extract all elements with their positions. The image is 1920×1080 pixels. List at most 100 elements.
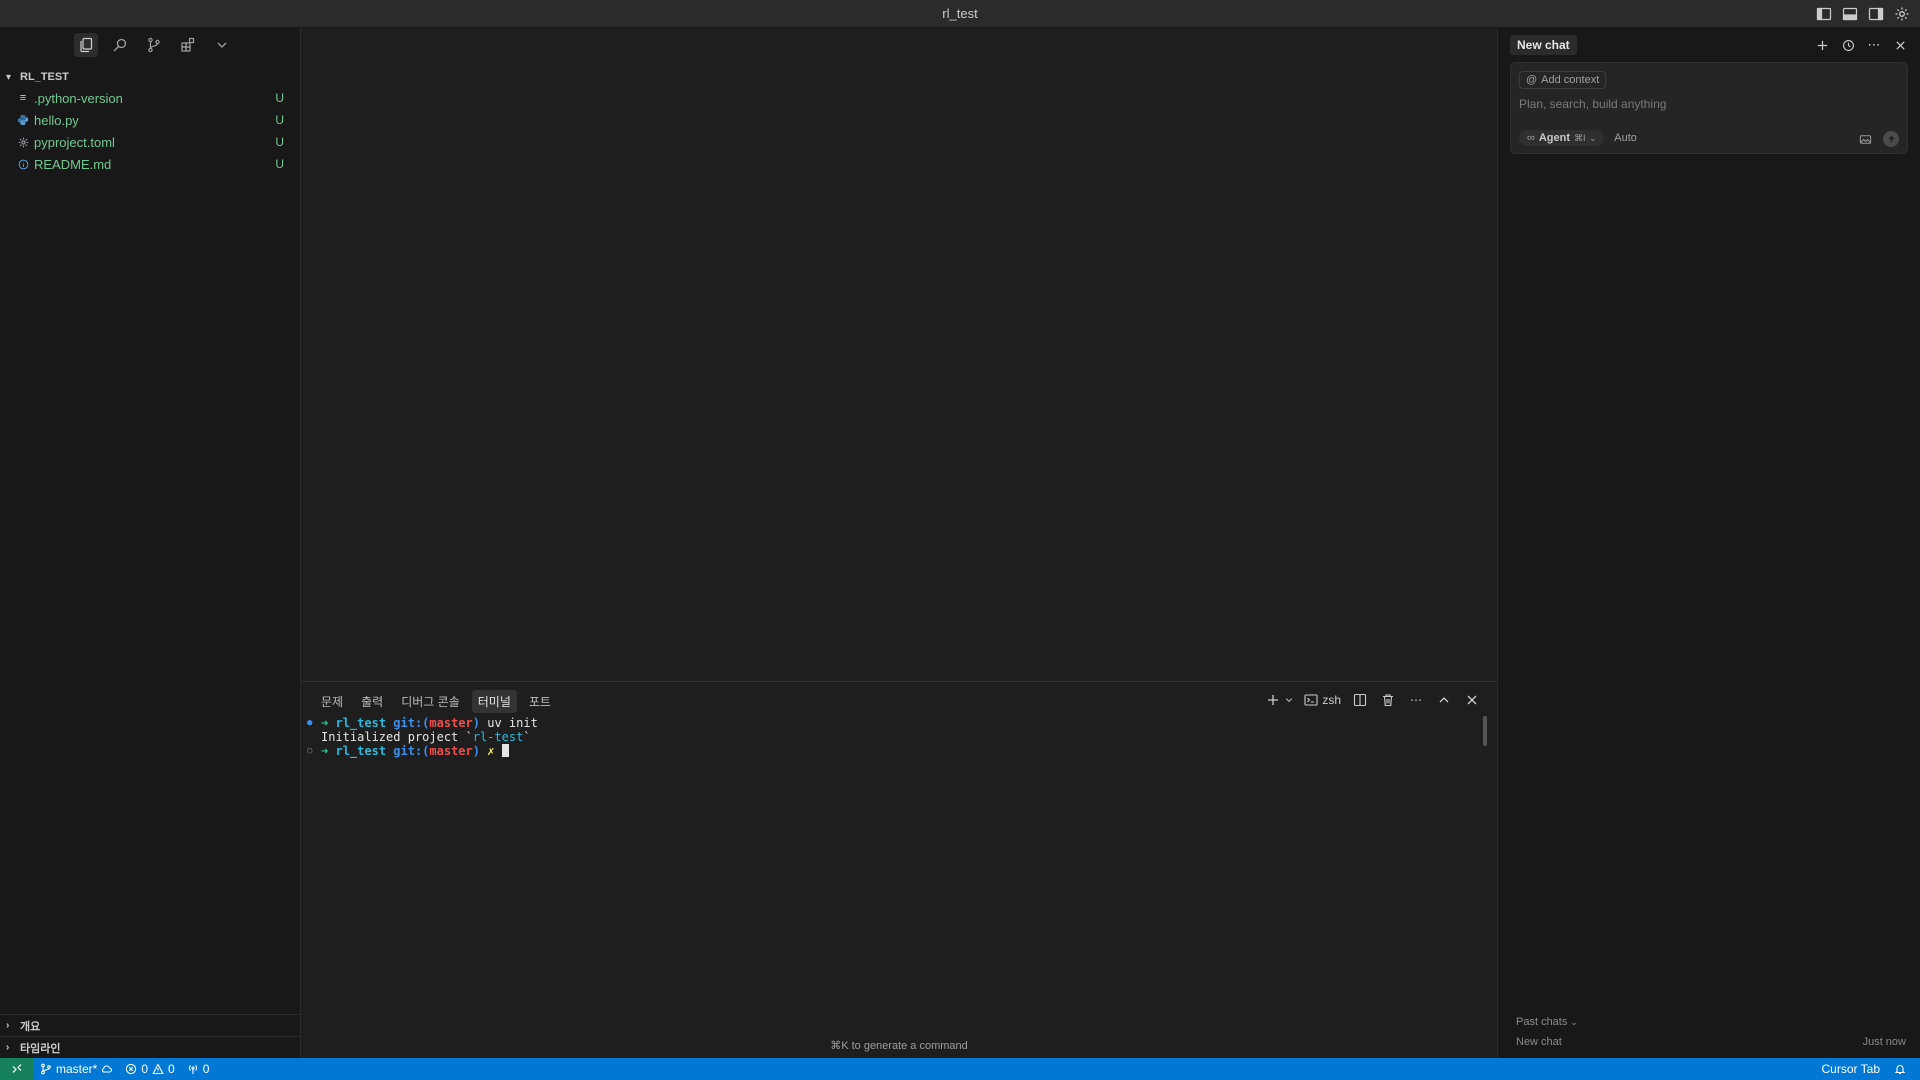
chat-input[interactable] [1519,97,1899,111]
file-item-python-version[interactable]: ≡ .python-version U [0,87,300,109]
more-ellipsis-icon[interactable]: ⋯ [1407,691,1425,709]
terminal-dropdown-chevron-icon[interactable] [1284,691,1294,709]
editor-area[interactable] [301,28,1497,681]
chat-composer: @ Add context ∞ Agent ⌘I ⌄ Auto [1510,62,1908,154]
file-item-pyproject-toml[interactable]: pyproject.toml U [0,131,300,153]
agent-label: Agent [1538,132,1571,144]
maximize-chevron-up-icon[interactable] [1435,691,1453,709]
chat-sidebar: New chat ⋯ @ Add context ∞ Agent ⌘I ⌄ [1497,28,1920,1058]
past-chats: Past chats ⌄ New chat Just now [1516,1016,1906,1048]
python-icon [16,113,30,127]
agent-mode-selector[interactable]: ∞ Agent ⌘I ⌄ [1519,130,1605,146]
prompt-arrow: ➜ [321,744,329,758]
error-circle-icon [126,1063,137,1075]
file-name: .python-version [34,90,123,106]
terminal-line: ● ➜ rl_test git:( master ) uv init [307,716,538,730]
outline-section[interactable]: › 개요 [0,1014,300,1036]
shell-name: zsh [1322,693,1341,707]
add-context-button[interactable]: @ Add context [1519,71,1607,89]
timeline-section[interactable]: › 타임라인 [0,1036,300,1058]
prompt-git-close: ) [472,744,480,758]
image-upload-icon[interactable] [1857,131,1873,147]
terminal-shell-selector[interactable]: zsh [1304,693,1341,707]
infinity-icon: ∞ [1527,132,1535,144]
past-chats-label: Past chats [1516,1016,1568,1028]
tab-output[interactable]: 출력 [355,690,389,713]
terminal-scrollbar[interactable] [1483,716,1487,746]
root-folder-label: RL_TEST [20,71,69,83]
bell-icon[interactable] [1894,1063,1906,1075]
title-bar: rl_test [0,0,1920,28]
chat-controls: ∞ Agent ⌘I ⌄ Auto [1519,130,1637,146]
model-selector[interactable]: Auto [1614,132,1637,144]
terminal-output[interactable]: ● ➜ rl_test git:( master ) uv init Initi… [307,716,538,758]
chat-tab-new-chat[interactable]: New chat [1510,35,1577,55]
problems-status[interactable]: 0 0 [119,1062,180,1076]
toggle-panel-icon[interactable] [1840,4,1860,24]
explorer-files-icon[interactable] [74,33,98,57]
chevron-right-icon: › [6,1020,10,1031]
prompt-dirty-mark: ✗ [480,744,502,758]
command-success-dot-icon: ● [307,718,313,728]
toggle-primary-sidebar-icon[interactable] [1814,4,1834,24]
history-clock-icon[interactable] [1840,37,1856,53]
timeline-label: 타임라인 [20,1042,61,1055]
past-chat-item[interactable]: New chat Just now [1516,1036,1906,1048]
source-control-icon[interactable] [142,33,166,57]
terminal-line: ○ ➜ rl_test git:( master ) ✗ [307,744,538,758]
tab-problems[interactable]: 문제 [315,690,349,713]
window-title: rl_test [942,6,978,21]
extensions-icon[interactable] [176,33,200,57]
past-chat-time: Just now [1862,1036,1906,1048]
past-chats-toggle[interactable]: Past chats ⌄ [1516,1016,1906,1028]
layout-controls [1814,4,1912,24]
new-chat-plus-icon[interactable] [1814,37,1830,53]
status-bar-right: Cursor Tab [1822,1062,1920,1076]
send-arrow-up-icon[interactable] [1883,131,1899,147]
explorer-root-folder[interactable]: ▾ RL_TEST [0,67,300,87]
terminal-line: Initialized project ` rl-test ` [307,730,538,744]
at-sign-icon: @ [1526,74,1538,86]
toggle-secondary-sidebar-icon[interactable] [1866,4,1886,24]
more-ellipsis-icon[interactable]: ⋯ [1866,37,1882,53]
cursor-tab-status[interactable]: Cursor Tab [1822,1062,1880,1076]
trash-icon[interactable] [1379,691,1397,709]
git-branch-status[interactable]: master* [34,1062,119,1076]
tab-terminal[interactable]: 터미널 [471,690,517,713]
git-status-badge: U [275,157,284,171]
status-bar: master* 0 0 0 Cursor Tab [0,1058,1920,1080]
search-icon[interactable] [108,33,132,57]
file-item-hello-py[interactable]: hello.py U [0,109,300,131]
error-count: 0 [141,1062,149,1076]
chat-header-actions: ⋯ [1814,37,1908,53]
remote-indicator-icon[interactable] [0,1058,34,1080]
chevron-down-icon[interactable] [210,33,234,57]
prompt-arrow: ➜ [321,716,329,730]
split-terminal-icon[interactable] [1351,691,1369,709]
prompt-branch: master [429,744,473,758]
chevron-right-icon: › [6,1042,10,1053]
branch-name: master* [56,1062,98,1076]
terminal-icon [1304,694,1318,706]
info-icon [16,157,30,171]
sync-cloud-icon [102,1065,113,1073]
file-name: hello.py [34,112,79,128]
tab-ports[interactable]: 포트 [523,690,557,713]
generate-command-hint: ⌘K to generate a command [830,1040,968,1052]
git-branch-icon [41,1063,51,1075]
close-icon[interactable] [1892,37,1908,53]
chat-header: New chat ⋯ [1498,28,1920,62]
prompt-git-close: ) [472,716,480,730]
close-panel-icon[interactable] [1463,691,1481,709]
agent-shortcut: ⌘I [1574,132,1586,143]
primary-sidebar: ▾ RL_TEST ≡ .python-version U hello.py U… [0,28,301,1058]
sidebar-bottom-sections: › 개요 › 타임라인 [0,1014,300,1058]
new-terminal-plus-icon[interactable] [1264,691,1282,709]
warning-count: 0 [168,1062,175,1076]
ports-status[interactable]: 0 [181,1062,216,1076]
file-item-readme-md[interactable]: README.md U [0,153,300,175]
prompt-git: git:( [393,716,430,730]
lines-icon: ≡ [19,92,27,104]
tab-debug-console[interactable]: 디버그 콘솔 [395,690,466,713]
settings-gear-icon[interactable] [1892,4,1912,24]
